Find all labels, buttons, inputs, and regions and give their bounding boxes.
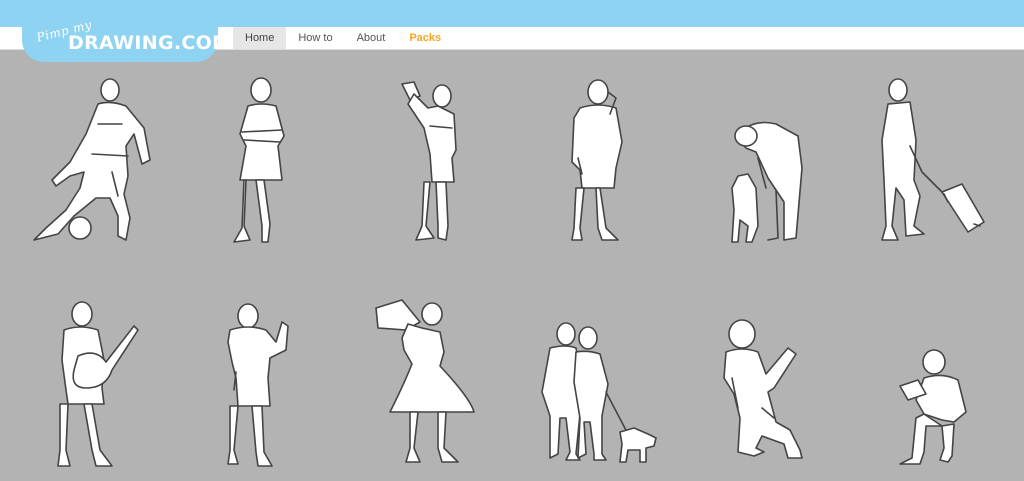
woman-taking-selfie-figure-icon[interactable]	[394, 78, 464, 244]
man-on-phone-figure-icon[interactable]	[566, 78, 630, 244]
couple-walking-dog-figure-icon[interactable]	[536, 322, 662, 464]
person-petting-dog-figure-icon[interactable]	[728, 118, 808, 244]
soccer-player-figure-icon[interactable]	[26, 76, 156, 246]
nav-about[interactable]: About	[345, 27, 398, 49]
man-sitting-reading-figure-icon[interactable]	[896, 348, 970, 468]
main-nav: Home How to About Packs	[233, 27, 453, 49]
man-with-guitar-figure-icon[interactable]	[56, 300, 140, 470]
nav-packs[interactable]: Packs	[397, 27, 453, 49]
woman-with-megaphone-figure-icon[interactable]	[374, 298, 478, 468]
site-logo[interactable]: Pimp my DRAWING.COM	[22, 17, 231, 62]
man-with-suitcase-figure-icon[interactable]	[878, 76, 988, 246]
man-thumbs-up-figure-icon[interactable]	[226, 302, 292, 468]
logo-main-text: DRAWING.COM	[68, 32, 232, 54]
nav-home[interactable]: Home	[233, 27, 287, 49]
nav-how-to[interactable]: How to	[286, 27, 344, 49]
woman-arms-crossed-figure-icon[interactable]	[224, 76, 294, 246]
woman-sitting-talking-figure-icon[interactable]	[718, 318, 808, 462]
